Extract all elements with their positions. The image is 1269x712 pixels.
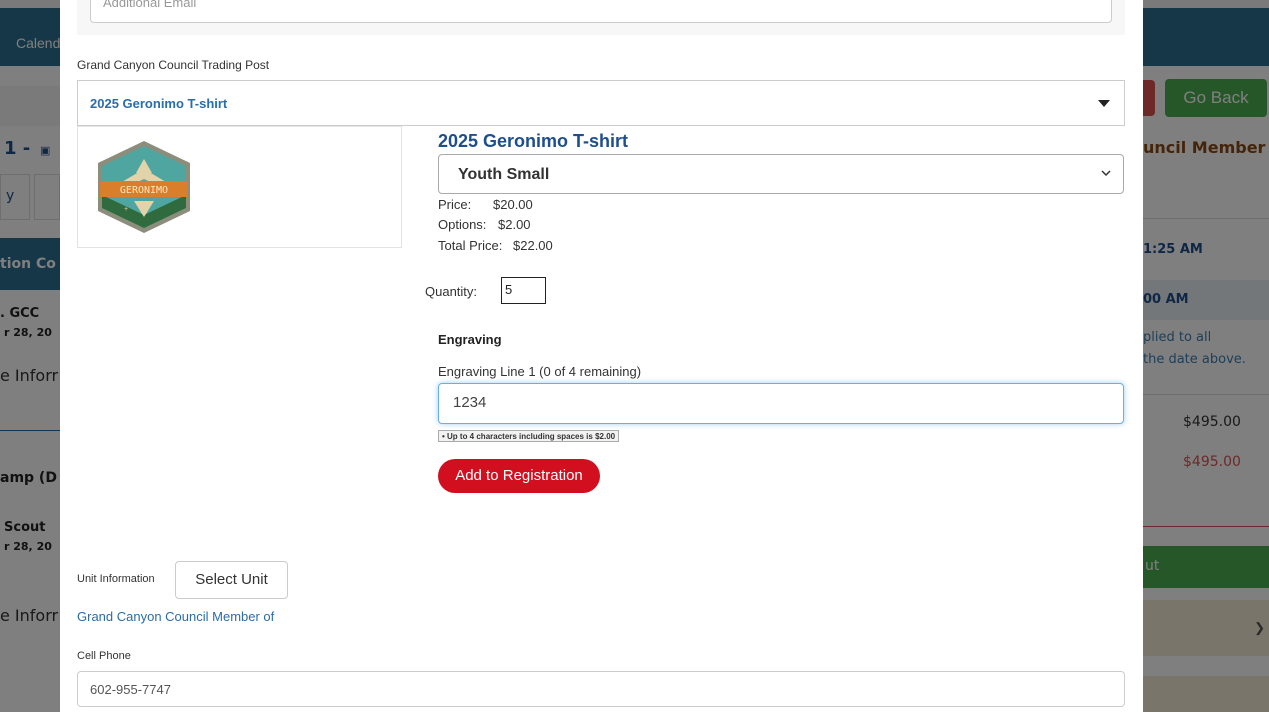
product-image-box: GERONIMO + [77, 126, 402, 248]
cell-phone-label: Cell Phone [77, 650, 131, 662]
engraving-line-input[interactable]: 1234 [438, 383, 1124, 424]
cell-phone-input[interactable]: 602-955-7747 [77, 671, 1125, 707]
price-row: Price: $20.00 [438, 197, 533, 212]
select-unit-button[interactable]: Select Unit [175, 561, 288, 599]
engraving-hint: • Up to 4 characters including spaces is… [438, 430, 620, 442]
engraving-title: Engraving [438, 332, 502, 347]
logo-text: GERONIMO [120, 185, 168, 196]
total-price-value: $22.00 [513, 238, 553, 253]
total-price-label: Total Price: [438, 238, 503, 253]
size-select[interactable]: Youth Small [438, 154, 1124, 194]
quantity-label: Quantity: [425, 284, 478, 299]
council-member-link[interactable]: Grand Canyon Council Member of [77, 609, 274, 624]
size-select-value: Youth Small [458, 166, 550, 183]
trading-post-modal: Additional Email Grand Canyon Council Tr… [60, 0, 1143, 712]
engraving-line-label: Engraving Line 1 (0 of 4 remaining) [438, 364, 642, 379]
email-section: Additional Email [77, 0, 1125, 35]
price-value: $20.00 [493, 197, 533, 212]
product-title: 2025 Geronimo T-shirt [438, 131, 629, 151]
chevron-down-icon [1101, 170, 1111, 177]
price-label: Price: [438, 197, 472, 212]
product-select[interactable]: 2025 Geronimo T-shirt [77, 80, 1125, 126]
options-label: Options: [438, 217, 487, 232]
additional-email-input[interactable]: Additional Email [90, 0, 1112, 23]
total-price-row: Total Price: $22.00 [438, 238, 553, 253]
geronimo-patch-image: GERONIMO + [98, 141, 190, 233]
product-select-value: 2025 Geronimo T-shirt [90, 96, 228, 111]
trading-post-label: Grand Canyon Council Trading Post [77, 58, 270, 72]
caret-down-icon [1098, 100, 1110, 107]
add-to-registration-button[interactable]: Add to Registration [438, 459, 600, 493]
options-value: $2.00 [498, 217, 531, 232]
svg-text:+: + [124, 206, 128, 213]
options-row: Options: $2.00 [438, 217, 531, 232]
unit-information-label: Unit Information [77, 573, 155, 585]
quantity-input[interactable]: 5 [501, 277, 546, 304]
